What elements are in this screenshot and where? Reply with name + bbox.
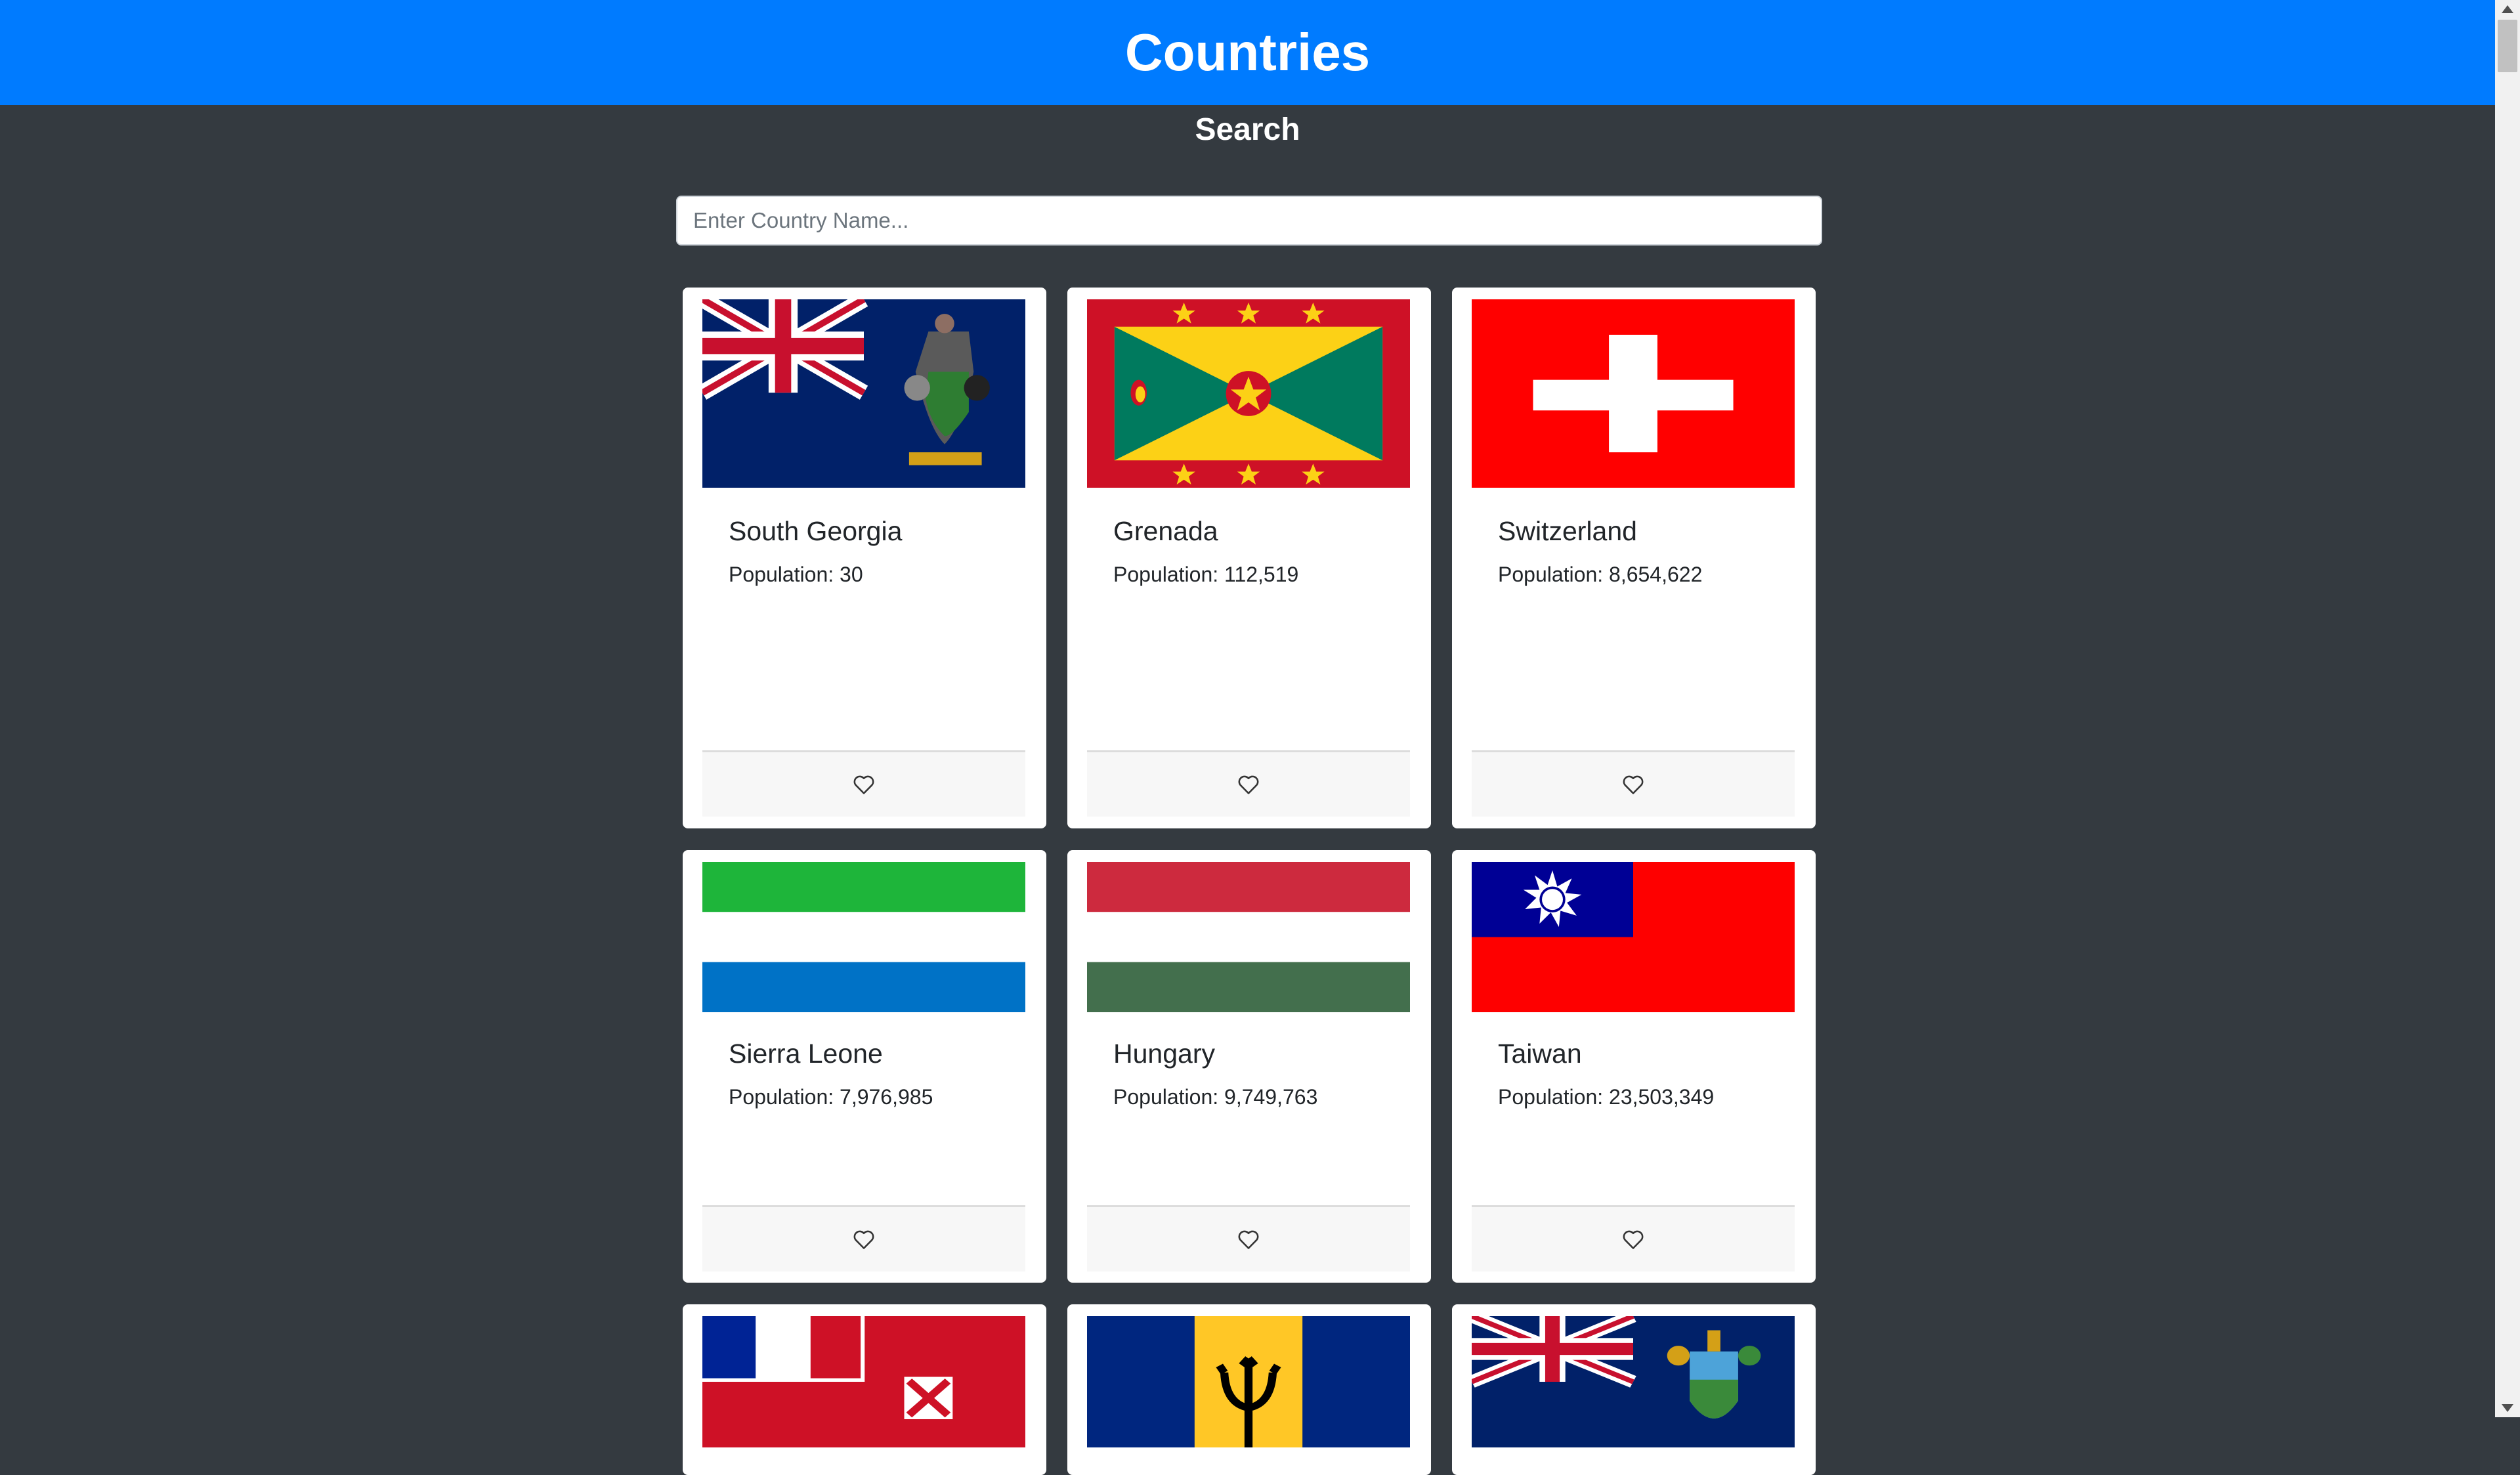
country-name: Grenada [1113, 516, 1218, 546]
switzerland-flag [1472, 299, 1795, 488]
favorite-button[interactable] [1087, 750, 1410, 817]
search-input[interactable] [676, 196, 1822, 246]
wallis-and-futuna-flag [702, 1316, 1025, 1447]
country-name: Sierra Leone [729, 1038, 883, 1069]
heart-outline-icon [1623, 775, 1644, 794]
grenada-flag [1087, 299, 1410, 488]
country-card-wallis-and-futuna[interactable] [683, 1304, 1046, 1475]
country-card-barbados[interactable] [1067, 1304, 1431, 1475]
country-card-grenada[interactable]: Grenada Population: 112,519 [1067, 288, 1431, 828]
country-name: Switzerland [1498, 516, 1637, 546]
country-population: Population: 9,749,763 [1113, 1085, 1318, 1109]
country-name: Taiwan [1498, 1038, 1582, 1069]
country-name: Hungary [1113, 1038, 1215, 1069]
country-name: South Georgia [729, 516, 903, 546]
heart-outline-icon [1238, 1230, 1259, 1249]
favorite-button[interactable] [1472, 750, 1795, 817]
country-population: Population: 7,976,985 [729, 1085, 933, 1109]
country-population: Population: 23,503,349 [1498, 1085, 1715, 1109]
favorite-button[interactable] [1472, 1205, 1795, 1272]
scroll-down-arrow-icon[interactable] [2502, 1404, 2513, 1412]
heart-outline-icon [853, 1230, 874, 1249]
favorite-button[interactable] [702, 1205, 1025, 1272]
heart-outline-icon [853, 775, 874, 794]
sierra-leone-flag [702, 862, 1025, 1012]
heart-outline-icon [1238, 775, 1259, 794]
search-heading: Search [1195, 112, 1300, 147]
taiwan-flag [1472, 862, 1795, 1012]
country-population: Population: 112,519 [1113, 563, 1299, 586]
heart-outline-icon [1623, 1230, 1644, 1249]
barbados-flag [1087, 1316, 1410, 1447]
country-population: Population: 30 [729, 563, 863, 586]
country-card-switzerland[interactable]: Switzerland Population: 8,654,622 [1452, 288, 1816, 828]
country-population: Population: 8,654,622 [1498, 563, 1703, 586]
pitcairn-islands-flag [1472, 1316, 1795, 1447]
navbar: Countries [0, 0, 2495, 105]
page-title: Countries [1124, 23, 1371, 81]
country-card-south-georgia[interactable]: South Georgia Population: 30 [683, 288, 1046, 828]
scroll-up-arrow-icon[interactable] [2502, 5, 2513, 13]
country-card-taiwan[interactable]: Taiwan Population: 23,503,349 [1452, 850, 1816, 1283]
country-card-hungary[interactable]: Hungary Population: 9,749,763 [1067, 850, 1431, 1283]
page-scrollbar[interactable] [2495, 0, 2520, 1417]
country-card-pitcairn-islands[interactable] [1452, 1304, 1816, 1475]
country-card-sierra-leone[interactable]: Sierra Leone Population: 7,976,985 [683, 850, 1046, 1283]
favorite-button[interactable] [702, 750, 1025, 817]
scrollbar-thumb[interactable] [2498, 20, 2517, 72]
south-georgia-flag [702, 299, 1025, 488]
favorite-button[interactable] [1087, 1205, 1410, 1272]
hungary-flag [1087, 862, 1410, 1012]
